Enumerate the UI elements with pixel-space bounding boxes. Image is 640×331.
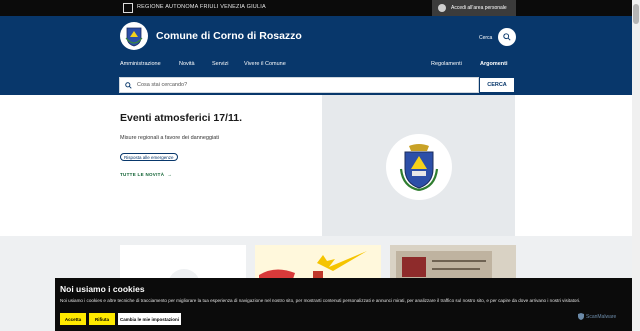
search-button[interactable] — [498, 28, 516, 46]
site-title[interactable]: Comune di Corno di Rosazzo — [156, 30, 302, 42]
accept-cookies-button[interactable]: Accetta — [60, 313, 86, 325]
login-button[interactable]: Accedi all'area personale — [432, 0, 516, 16]
region-name-link[interactable]: REGIONE AUTONOMA FRIULI VENEZIA GIULIA — [137, 4, 266, 10]
nav-vivere-il-comune[interactable]: Vivere il Comune — [244, 61, 286, 67]
reject-cookies-button[interactable]: Rifiuta — [89, 313, 115, 325]
cookie-settings-button[interactable]: Cambia le mie impostazioni — [118, 313, 181, 325]
search-submit-button[interactable]: CERCA — [479, 77, 515, 93]
shield-icon — [578, 313, 584, 320]
municipal-crest-icon[interactable] — [120, 22, 148, 50]
hero-tag[interactable]: Risposta alle emergenze — [120, 153, 178, 161]
user-icon — [438, 4, 446, 12]
nav-argomenti[interactable]: Argomenti — [480, 61, 508, 67]
search-field[interactable] — [119, 77, 479, 93]
cookie-title: Noi usiamo i cookies — [60, 284, 145, 294]
cookie-text: Noi usiamo i cookies e altre tecniche di… — [60, 298, 581, 303]
search-icon — [503, 33, 511, 41]
search-icon — [125, 81, 132, 89]
hero-subtitle: Misure regionali a favore dei danneggiat… — [120, 135, 220, 141]
scrollbar-thumb[interactable] — [633, 4, 639, 24]
arrow-right-icon: → — [165, 172, 173, 177]
search-label: Cerca — [479, 35, 493, 41]
all-news-label: TUTTE LE NOVITÀ — [120, 172, 165, 177]
scanmalware-label: ScanMalware — [586, 313, 617, 320]
search-input[interactable] — [137, 82, 437, 88]
nav-regolamenti[interactable]: Regolamenti — [431, 61, 462, 67]
nav-amministrazione[interactable]: Amministrazione — [120, 61, 161, 67]
scanmalware-watermark: ScanMalware — [578, 313, 616, 320]
hero-title[interactable]: Eventi atmosferici 17/11. — [120, 112, 242, 124]
page-scrollbar[interactable] — [632, 0, 640, 331]
login-label: Accedi all'area personale — [451, 5, 507, 11]
cookie-banner: Noi usiamo i cookies Noi usiamo i cookie… — [55, 278, 633, 331]
all-news-link[interactable]: TUTTE LE NOVITÀ → — [120, 172, 172, 177]
nav-servizi[interactable]: Servizi — [212, 61, 229, 67]
region-logo-icon[interactable] — [123, 3, 133, 13]
nav-novita[interactable]: Novità — [179, 61, 195, 67]
municipal-crest-icon — [386, 134, 452, 200]
top-bar: REGIONE AUTONOMA FRIULI VENEZIA GIULIA A… — [0, 0, 632, 16]
